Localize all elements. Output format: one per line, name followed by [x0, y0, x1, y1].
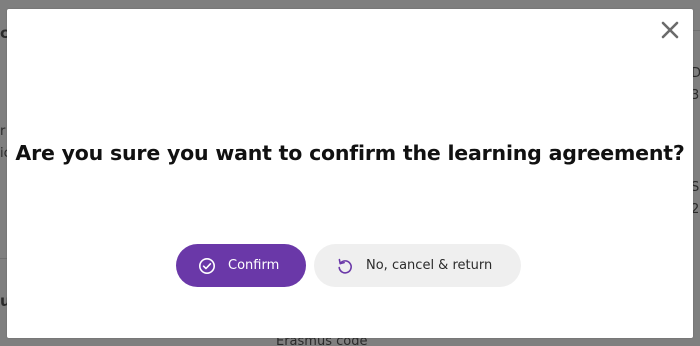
- close-button[interactable]: [659, 19, 681, 41]
- confirm-button[interactable]: Confirm: [176, 244, 306, 287]
- dialog-title: Are you sure you want to confirm the lea…: [15, 141, 685, 165]
- page: ca r ic u Erasmus code D 3 S 2 Are you s…: [0, 0, 700, 346]
- check-circle-icon: [198, 257, 216, 275]
- background-text-fragment: r: [0, 124, 6, 139]
- confirm-button-label: Confirm: [228, 258, 280, 273]
- background-divider: [0, 258, 7, 259]
- confirm-dialog: Are you sure you want to confirm the lea…: [7, 9, 693, 338]
- undo-icon: [336, 257, 354, 275]
- cancel-return-button-label: No, cancel & return: [366, 258, 493, 273]
- cancel-return-button[interactable]: No, cancel & return: [314, 244, 521, 287]
- background-divider: [693, 30, 700, 31]
- close-icon[interactable]: [659, 19, 681, 41]
